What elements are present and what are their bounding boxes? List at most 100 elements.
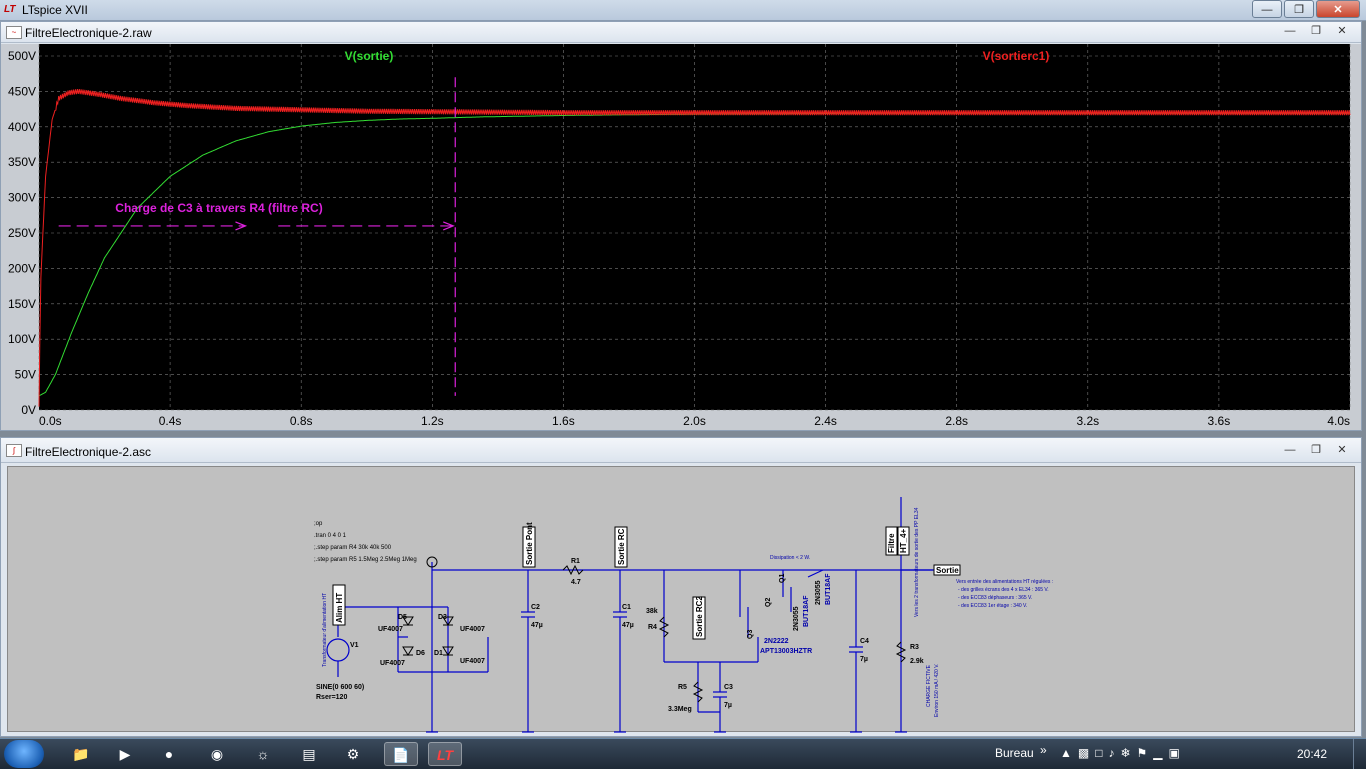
net-label-sortie-pont: Sortie Pont <box>525 522 534 565</box>
plot-restore-button[interactable]: ❐ <box>1303 24 1329 39</box>
x-tick-label: 2.0s <box>683 414 706 428</box>
label-r4-val: 38k <box>646 608 658 615</box>
app-title: LTspice XVII <box>22 3 88 17</box>
ltspice-taskbar-icon[interactable]: LT <box>428 742 462 766</box>
y-tick-label: 450V <box>8 84 36 98</box>
x-tick-label: 1.6s <box>552 414 575 428</box>
y-tick-label: 350V <box>8 155 36 169</box>
x-tick-label: 3.2s <box>1076 414 1099 428</box>
explorer-icon[interactable]: 📁 <box>64 742 98 766</box>
media-player-icon[interactable]: ▶ <box>108 742 142 766</box>
label-uf2: UF4007 <box>460 626 485 633</box>
y-tick-label: 0V <box>21 403 36 417</box>
restore-button[interactable]: ❐ <box>1284 0 1314 18</box>
note-line-1: Vers entrée des alimentations HT régulée… <box>956 579 1053 585</box>
app-window-controls: — ❐ ✕ <box>1250 0 1360 18</box>
directive-step-r4[interactable]: ;.step param R4 30k 40k 500 <box>314 545 392 551</box>
minimize-button[interactable]: — <box>1252 0 1282 18</box>
browser-icon[interactable]: ☼ <box>246 742 280 766</box>
label-d3: D3 <box>438 614 447 621</box>
plot-window-controls: — ❐ ✕ <box>1277 24 1355 39</box>
directive-step-r5[interactable]: ;.step param R5 1.5Meg 2.5Meg 1Meg <box>314 557 417 563</box>
waveform-plot[interactable]: 0V 50V 100V 150V 200V 250V 300V 350V 400V 450V 500… <box>1 44 1361 430</box>
note-line-4: - des ECC83 1er étage : 340 V. <box>958 603 1027 609</box>
plot-window-titlebar[interactable]: ~ FiltreElectronique-2.raw — ❐ ✕ <box>1 22 1361 43</box>
label-c1-val: 47µ <box>622 622 634 629</box>
plot-minimize-button[interactable]: — <box>1277 24 1303 39</box>
schematic-window-title: FiltreElectronique-2.asc <box>25 445 152 459</box>
label-r1: R1 <box>571 558 580 565</box>
label-q2: Q2 <box>765 598 772 607</box>
x-tick-label: 4.0s <box>1327 414 1350 428</box>
label-q2-part: 2N3055 <box>793 606 800 631</box>
y-tick-label: 500V <box>8 49 36 63</box>
label-c1: C1 <box>622 604 631 611</box>
x-tick-label: 0.0s <box>39 414 62 428</box>
x-tick-label: 0.4s <box>159 414 182 428</box>
label-uf1: UF4007 <box>378 626 403 633</box>
label-v1-rser: Rser=120 <box>316 694 347 701</box>
label-r5: R5 <box>678 684 687 691</box>
show-desktop-button[interactable] <box>1353 739 1366 769</box>
trace-label-sortie[interactable]: V(sortie) <box>345 49 394 63</box>
schematic-window-titlebar[interactable]: ∫ FiltreElectronique-2.asc — ❐ ✕ <box>1 438 1361 463</box>
tool-icon[interactable]: ⚙ <box>336 742 370 766</box>
dissipation-note: Dissipation < 2 W. <box>770 555 810 561</box>
firefox-icon[interactable]: ● <box>152 742 186 766</box>
clock[interactable]: 20:42 <box>1297 747 1327 761</box>
y-tick-label: 50V <box>15 368 36 382</box>
y-tick-label: 250V <box>8 226 36 240</box>
label-d1: D1 <box>434 650 443 657</box>
toolbar-chevron-icon[interactable]: » <box>1040 743 1047 757</box>
label-c3-val: 7µ <box>724 702 732 709</box>
plot-close-button[interactable]: ✕ <box>1329 24 1355 39</box>
schematic-close-button[interactable]: ✕ <box>1329 443 1355 458</box>
label-q3-part: 2N2222 <box>764 638 789 645</box>
y-tick-label: 400V <box>8 120 36 134</box>
label-c2: C2 <box>531 604 540 611</box>
directive-op[interactable]: ;op <box>314 521 323 527</box>
annotation-text: Charge de C3 à travers R4 (filtre RC) <box>115 201 322 215</box>
label-uf4: UF4007 <box>460 658 485 665</box>
waveform-doc-icon: ~ <box>6 26 22 39</box>
label-q1-part2: BUT18AF <box>825 573 832 605</box>
ltspice-logo-icon: LT <box>4 4 16 15</box>
label-c2-val: 47µ <box>531 622 543 629</box>
start-button[interactable] <box>4 740 44 768</box>
close-button[interactable]: ✕ <box>1316 0 1360 18</box>
y-tick-label: 200V <box>8 261 36 275</box>
label-r3: R3 <box>910 644 919 651</box>
desktop-toolbar-label[interactable]: Bureau <box>995 746 1034 760</box>
label-q1: Q1 <box>779 574 786 583</box>
vtext-vers-sortie: Vers les 2 transformateurs de sortie des… <box>914 507 920 617</box>
net-label-sortie-rc2: Sortie RC2 <box>695 596 704 637</box>
label-q3: Q3 <box>747 630 754 639</box>
app-icon-explorer-window[interactable]: 📄 <box>384 742 418 766</box>
x-tick-label: 3.6s <box>1208 414 1231 428</box>
label-q2-part2: BUT18AF <box>803 595 810 627</box>
label-c4-val: 7µ <box>860 656 868 663</box>
schematic-canvas[interactable]: Sortie Pont Sortie RC Sortie RC2 Alim HT… <box>7 466 1356 733</box>
note-line-2: - des grilles écrans des 4 x EL34 : 365 … <box>958 587 1049 593</box>
note-line-3: - des ECC83 déphaseurs : 365 V. <box>958 595 1032 601</box>
document-icon[interactable]: ▤ <box>292 742 326 766</box>
label-q3-part2: APT13003HZTR <box>760 648 812 655</box>
schematic-minimize-button[interactable]: — <box>1277 443 1303 458</box>
label-r3-val: 2.9k <box>910 658 924 665</box>
plot-window-title: FiltreElectronique-2.raw <box>25 26 152 40</box>
tray-icons[interactable]: ▲▩□♪❄⚑▁▣ <box>1060 746 1186 760</box>
x-tick-label: 2.4s <box>814 414 837 428</box>
network-icon[interactable]: ◉ <box>200 742 234 766</box>
label-d5: D5 <box>398 614 407 621</box>
y-tick-label: 150V <box>8 297 36 311</box>
directive-tran[interactable]: .tran 0 4 0 1 <box>314 533 347 539</box>
schematic-window-controls: — ❐ ✕ <box>1277 443 1355 458</box>
schematic-doc-icon: ∫ <box>6 444 22 457</box>
schematic-restore-button[interactable]: ❐ <box>1303 443 1329 458</box>
label-d6: D6 <box>416 650 425 657</box>
trace-label-sortierc1[interactable]: V(sortierc1) <box>983 49 1050 63</box>
y-tick-label: 100V <box>8 332 36 346</box>
label-v1: V1 <box>350 642 359 649</box>
schematic-drawing[interactable]: Sortie Pont Sortie RC Sortie RC2 Alim HT… <box>8 467 1356 733</box>
y-tick-label: 300V <box>8 191 36 205</box>
